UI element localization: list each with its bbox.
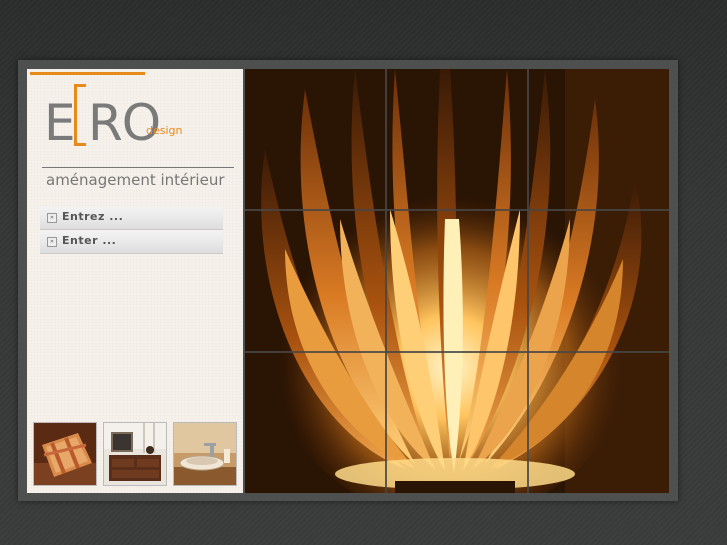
thumbnail-bathroom[interactable] [173,422,237,486]
logo-letters-ro: RO [88,94,161,152]
grid-line [385,69,387,493]
menu-item-entrez[interactable]: » Entrez ... [40,207,223,230]
grid-line [245,351,669,353]
menu-item-label: Enter ... [62,234,117,247]
arrow-bullet-icon: » [47,237,57,247]
logo-letter-l [74,84,86,146]
menu-item-enter[interactable]: » Enter ... [40,231,223,254]
menu-item-label: Entrez ... [62,210,124,223]
furniture-photo [104,423,166,485]
thumbnail-cushion[interactable] [33,422,97,486]
thumbnail-furniture[interactable] [103,422,167,486]
grid-line [245,209,669,211]
tagline: aménagement intérieur [46,171,225,189]
logo-underline [30,72,145,75]
grid-line [527,69,529,493]
lamp-photo [245,69,669,493]
logo-design-label: design [146,124,183,137]
main-photo [245,69,669,493]
logo-divider [42,167,234,168]
bathroom-sink-photo [174,423,236,485]
cushion-photo [34,423,96,485]
logo-letter-e: E [44,94,76,152]
arrow-bullet-icon: » [47,213,57,223]
elro-logo[interactable]: E RO design [44,84,194,164]
